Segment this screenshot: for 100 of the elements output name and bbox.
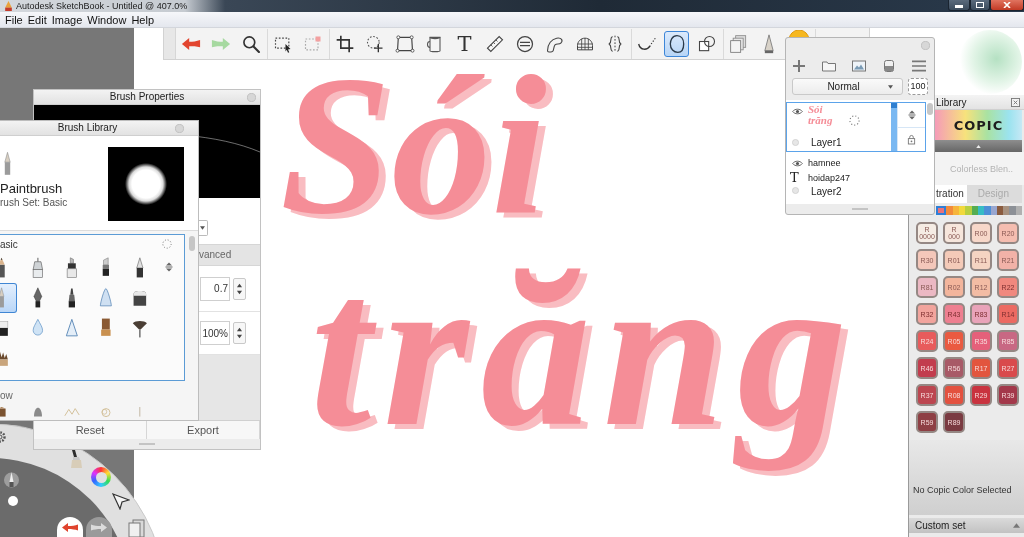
sketch-lines-icon [64,407,80,417]
color-family-swatch[interactable] [971,206,978,215]
layer-thumbnail-text: Sói [808,104,823,115]
close-button[interactable] [990,0,1024,11]
caret-icon [976,144,981,148]
scroll-thumb[interactable] [927,103,933,115]
minimize-icon [955,2,963,8]
dotted-circle-icon [849,115,860,126]
paintbrush-icon [3,151,12,177]
rounded-box-icon[interactable] [882,60,896,72]
up-down-arrows-icon[interactable] [907,109,916,120]
layer-thumbnail-text: hoidap247 [808,172,851,185]
color-family-swatch[interactable] [990,206,997,215]
cursor-arrow-icon[interactable] [112,492,130,510]
color-family-swatch[interactable] [936,206,947,215]
maximize-button[interactable] [970,0,990,11]
lettering-text: Sói [280,60,547,230]
predictive-tool-button[interactable] [664,30,689,57]
stamp-brush-icon [98,317,114,339]
collapse-icon[interactable] [1011,97,1020,107]
layer-row[interactable]: T hamnee hoidap247 Layer2 [786,154,926,200]
plus-icon[interactable] [792,60,806,72]
triangle-icon [64,317,80,339]
triangle-up-icon [1013,523,1020,528]
stepper-button[interactable] [233,277,246,300]
layers-icon[interactable] [127,519,145,537]
menu-icon[interactable] [912,60,926,72]
value-field[interactable]: 0.7 [200,276,230,301]
panel-tab[interactable]: vanced [199,245,260,265]
brush-name: Paintbrush [0,181,63,196]
value-field[interactable]: 100% [200,321,230,345]
color-family-swatch[interactable] [965,206,972,215]
color-family-swatch[interactable] [946,206,953,215]
color-family-swatch[interactable] [984,206,991,215]
scribble-icon [98,407,114,417]
up-down-arrows-icon[interactable] [164,262,173,272]
scroll-thumb[interactable] [189,236,195,251]
thin-line-icon [139,407,141,417]
caret-icon [888,84,893,89]
layer-name: Layer1 [811,137,843,149]
eye-icon[interactable] [792,160,803,167]
menu-item[interactable]: Window [87,12,127,27]
menu-item[interactable]: Image [51,12,83,27]
layer-thumbnail-text: hamnee [808,157,841,170]
lock-icon[interactable] [907,133,916,145]
up-down-arrows-icon [236,282,243,295]
brush-set-label: rush Set: Basic [0,196,68,209]
panel-title: Brush Library [57,122,118,134]
color-family-swatch[interactable] [1009,206,1016,215]
layer-row[interactable]: Sói trăng Layer1 [786,102,926,152]
color-family-swatch[interactable] [958,206,966,215]
panel-button[interactable]: Export [147,421,260,439]
minimize-button[interactable] [948,0,970,11]
marker-icon [64,257,80,279]
panel-button[interactable]: Reset [34,421,147,439]
ellipse-guide-icon [514,33,535,54]
menu-item[interactable]: Help [131,12,155,27]
left-arrow-icon [62,522,78,532]
close-icon [1003,2,1011,8]
custom-set-header[interactable]: Custom set [909,518,1024,533]
logo-text: COPIC [953,117,1004,133]
window-title: Autodesk SketchBook - Untitled @ 407.0% [16,0,188,12]
color-tool-button[interactable] [786,29,811,38]
image-icon[interactable] [852,60,866,72]
color-family-swatch[interactable] [952,206,959,215]
layer-selection-bar [891,103,897,151]
shapes-icon [696,33,717,54]
status-text: No Copic Color Selected [913,485,1012,495]
layer-thumbnail-text: trăng [808,115,833,126]
color-family-swatch[interactable] [1015,206,1023,215]
layer-name: Layer2 [811,186,843,198]
lettering-text: trăng [310,230,860,470]
water-drop-icon [30,317,46,339]
brush-icon[interactable] [4,470,19,490]
pencil-tip-icon [5,1,12,11]
color-family-swatch[interactable] [996,206,1004,215]
panel-title: Library [936,96,967,108]
dot-icon[interactable] [8,496,18,506]
color-family-swatch[interactable] [977,206,985,215]
stepper-button[interactable] [233,322,246,344]
panel-title: Brush Properties [109,91,185,103]
brush-set-name[interactable]: asic [0,238,18,250]
text-type-icon: T [790,170,799,184]
menu-item[interactable]: Edit [27,12,47,27]
blend-mode-dropdown[interactable]: Normal [792,78,903,95]
library-tab[interactable]: tration [935,185,967,203]
copy-pages-icon [728,33,749,54]
search-icon [240,33,261,54]
brush-set-name[interactable]: ow [0,389,13,401]
color-family-swatch[interactable] [1003,206,1010,215]
flat-brush-icon[interactable] [68,450,82,468]
menu-item[interactable]: File [5,12,23,27]
rounded-triangle-icon [98,287,114,309]
text-tool-button[interactable]: T [452,30,477,57]
toolbar-grip[interactable] [164,28,176,59]
opacity-field[interactable]: 100 [908,78,928,95]
gear-icon[interactable] [0,431,6,443]
dotted-circle-icon[interactable] [162,239,172,249]
crop-icon [334,33,355,54]
eye-icon[interactable] [792,108,803,115]
